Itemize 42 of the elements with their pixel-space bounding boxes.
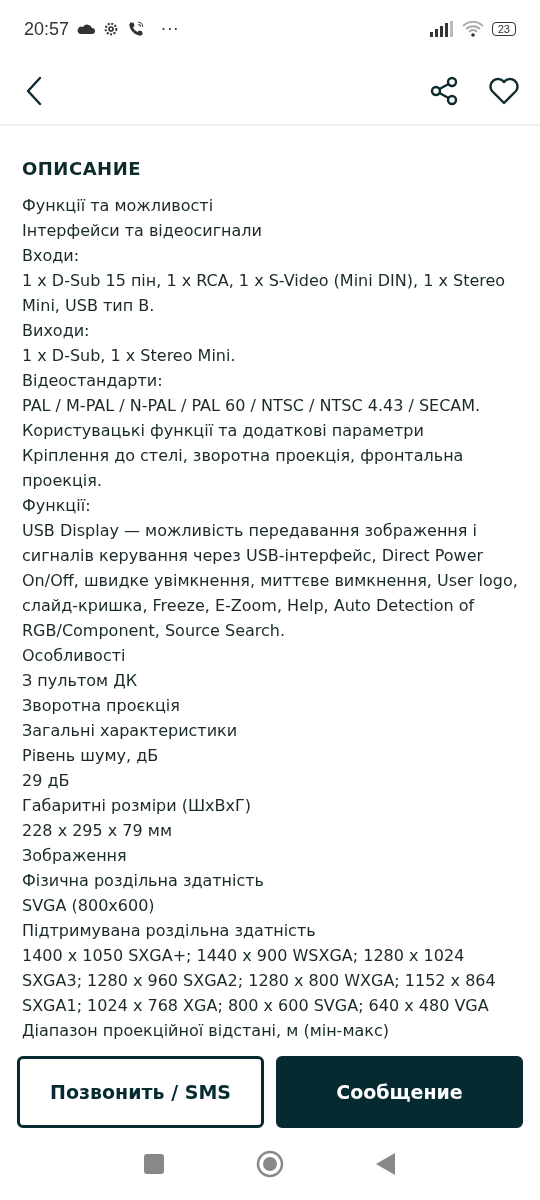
section-title: ОПИСАНИЕ xyxy=(22,158,142,179)
settings-icon xyxy=(103,21,120,37)
description-text: Функції та можливості xyxy=(22,195,215,217)
home-icon[interactable] xyxy=(256,1150,284,1178)
description-text: Інтерфейси та відеосигнали xyxy=(22,220,263,242)
call-button[interactable]: Позвонить / SMS xyxy=(17,1056,264,1128)
wifi-icon xyxy=(461,21,484,37)
description-text: Зображення xyxy=(22,845,128,867)
description-text: 1400 x 1050 SXGA+; 1440 x 900 WSXGA; 1280 x 1024 SXGA3; 1280 x 960 SXGA2; 1280 x 800 WXGA; 1152 x 864 SXGA1; 1024 x 768 XGA; 800 x 600 SVGA; 640 x 480 VGA xyxy=(22,945,497,1017)
description-text: Користувацькі функції та додаткові параметри xyxy=(22,420,425,442)
description-text: Зворотна проєкція xyxy=(22,695,181,717)
description-text: Діапазон проекційної відстані, м (мін-макс) xyxy=(22,1020,390,1042)
heart-icon[interactable] xyxy=(488,77,520,105)
cloud-icon xyxy=(77,23,96,35)
description-text: 1 x D-Sub 15 пін, 1 x RCA, 1 x S-Video (Mini DIN), 1 x Stereo Mini, USB тип B. xyxy=(22,270,507,317)
share-icon[interactable] xyxy=(430,76,458,106)
description-text: Габаритні розміри (ШхВхГ) xyxy=(22,795,252,817)
message-button[interactable]: Сообщение xyxy=(276,1056,523,1128)
description-text: PAL / M-PAL / N-PAL / PAL 60 / NTSC / NTSC 4.43 / SECAM. xyxy=(22,395,482,417)
battery-indicator: 23 xyxy=(491,22,516,36)
description-text: Кріплення до стелі, зворотна проекція, фронтальна проекція. xyxy=(22,445,465,492)
description-text: 1 x D-Sub, 1 x Stereo Mini. xyxy=(22,345,237,367)
description-text: USB Display — можливість передавання зображення і сигналів керування через USB-інтерфейс, Direct Power On/Off, швидке увімкнення, миттєве вимкнення, User logo, слайд-кришка, Freeze, E-Zoom, Help, Auto Detection of RGB/Component, Source Search. xyxy=(22,520,518,642)
description-text: Рівень шуму, дБ xyxy=(22,745,160,767)
description-text: Виходи: xyxy=(22,320,91,342)
description-text: 228 x 295 x 79 мм xyxy=(22,820,173,842)
description-text: Функції: xyxy=(22,495,92,517)
description-text: З пультом ДК xyxy=(22,670,139,692)
description-text: SVGA (800x600) xyxy=(22,895,156,917)
more-indicator: ··· xyxy=(161,19,180,39)
back-icon[interactable] xyxy=(26,76,42,106)
description-text: Входи: xyxy=(22,245,81,267)
description-text: Фізична роздільна здатність xyxy=(22,870,266,892)
description-text: Особливості xyxy=(22,645,127,667)
back-nav-icon[interactable] xyxy=(376,1153,396,1175)
description-text: 29 дБ xyxy=(22,770,71,792)
signal-icon xyxy=(429,21,454,37)
status-time: 20:57 xyxy=(24,18,70,40)
description-text: Відеостандарти: xyxy=(22,370,164,392)
description-text: Загальні характеристики xyxy=(22,720,239,742)
description-text: Підтримувана роздільна здатність xyxy=(22,920,317,942)
phone-icon xyxy=(127,20,146,38)
